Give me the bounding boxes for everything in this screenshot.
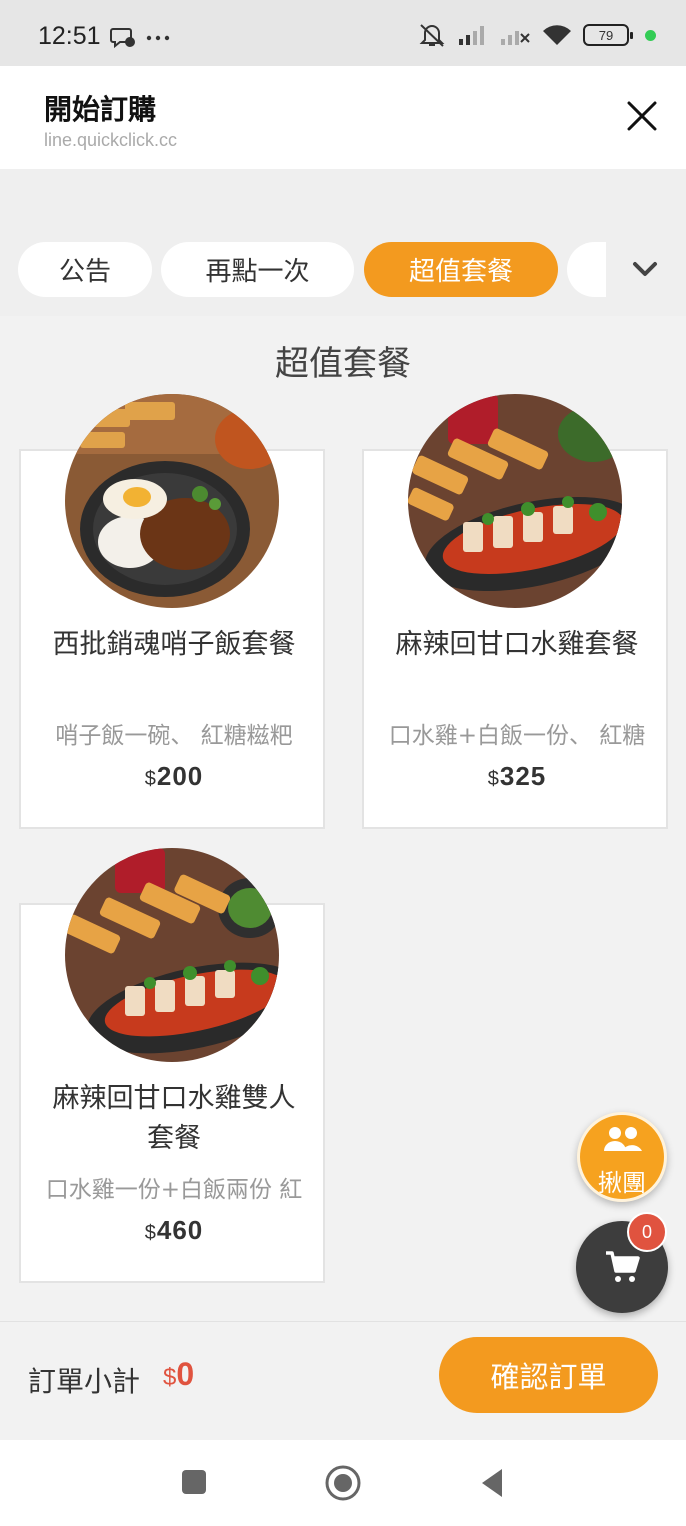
item-name: 麻辣回甘口水雞雙人套餐: [52, 1083, 296, 1154]
cart-icon: [606, 1251, 640, 1282]
item-price-value: 460: [156, 1215, 204, 1245]
battery-icon: 79: [583, 24, 633, 46]
signal-off-icon: [501, 31, 530, 45]
wifi-icon: [543, 25, 571, 45]
item-price-value: 325: [499, 761, 547, 791]
status-time: 12:51: [38, 22, 101, 50]
mute-icon: [419, 24, 445, 47]
subtotal-amount: $0: [163, 1356, 194, 1393]
tab-value-meals[interactable]: 超值套餐: [364, 242, 558, 297]
group-order-button[interactable]: 揪團: [577, 1112, 667, 1202]
food-image-minced-pork-rice[interactable]: [65, 394, 279, 608]
page-title: 開始訂購: [44, 93, 157, 126]
group-icon: [604, 1127, 642, 1151]
system-nav-bar: [0, 1440, 686, 1526]
more-dots-icon: [146, 35, 170, 41]
status-dot: [645, 29, 656, 41]
item-desc: 哨子飯一碗、 紅糖糍粑: [55, 723, 293, 749]
subtotal-label: 訂單小計: [28, 1365, 141, 1398]
chevron-down-icon[interactable]: [630, 254, 660, 284]
webview-header: 開始訂購 line.quickclick.cc: [0, 66, 686, 169]
item-price-value: 200: [156, 761, 204, 791]
group-order-label: 揪團: [598, 1169, 646, 1197]
close-icon[interactable]: [622, 96, 662, 136]
status-bar: 12:51 79: [0, 0, 686, 66]
tab-reorder[interactable]: 再點一次: [161, 242, 354, 297]
back-icon[interactable]: [478, 1467, 506, 1499]
food-image-double-chicken-set[interactable]: [65, 848, 279, 1062]
item-price: $325: [364, 761, 670, 792]
food-image-chicken-set[interactable]: [408, 394, 622, 608]
signal-icon: [459, 26, 484, 45]
status-right-icons: 79: [417, 22, 656, 48]
currency-symbol: $: [144, 1222, 157, 1244]
tab-announcement[interactable]: 公告: [18, 242, 152, 297]
subtotal-value: 0: [176, 1356, 195, 1392]
section-title: 超值套餐: [275, 344, 411, 384]
cart-count-badge: 0: [627, 1212, 667, 1252]
item-price: $460: [21, 1215, 327, 1246]
item-desc: 口水雞+白飯一份、 紅糖: [388, 723, 646, 749]
item-desc: 口水雞一份+白飯兩份 紅: [45, 1177, 303, 1203]
item-price: $200: [21, 761, 327, 792]
recent-apps-icon[interactable]: [180, 1468, 208, 1496]
currency-symbol: $: [487, 768, 500, 790]
chat-notification-icon: [110, 28, 135, 49]
currency-symbol: $: [144, 768, 157, 790]
order-footer: 訂單小計 $0 確認訂單: [0, 1321, 686, 1440]
home-icon[interactable]: [324, 1464, 362, 1502]
confirm-order-button[interactable]: 確認訂單: [439, 1337, 658, 1413]
status-left-icons: [110, 26, 170, 50]
item-name: 西批銷魂哨子飯套餐: [52, 629, 296, 660]
page-url: line.quickclick.cc: [44, 130, 178, 150]
subtotal-currency: $: [163, 1364, 177, 1391]
item-name: 麻辣回甘口水雞套餐: [395, 629, 639, 660]
category-tabs: 公告 再點一次 超值套餐: [0, 169, 686, 316]
